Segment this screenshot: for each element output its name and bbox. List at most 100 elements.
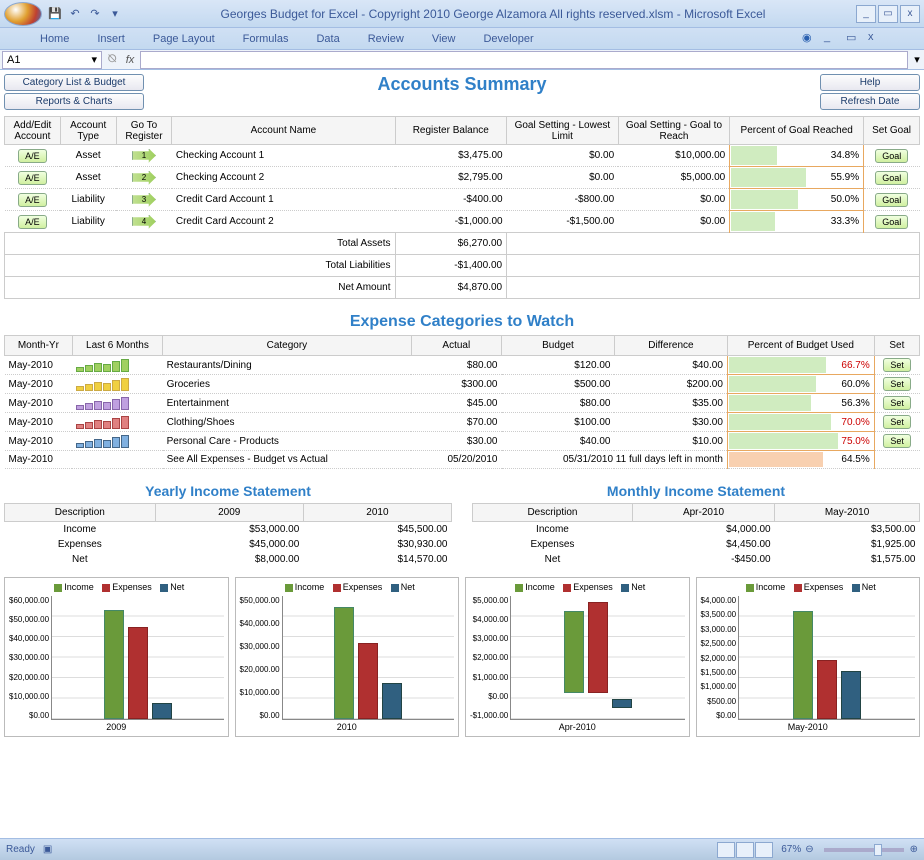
tab-insert[interactable]: Insert xyxy=(97,33,125,45)
close-button[interactable]: x xyxy=(900,5,920,23)
col-budget: Budget xyxy=(502,336,615,356)
help-icon[interactable]: ◉ xyxy=(802,31,818,47)
account-type: Asset xyxy=(60,145,116,167)
category-name: Entertainment xyxy=(163,394,412,413)
tab-page-layout[interactable]: Page Layout xyxy=(153,33,215,45)
chevron-down-icon[interactable]: ▾ xyxy=(91,53,97,66)
tab-view[interactable]: View xyxy=(432,33,456,45)
page-break-view-button[interactable] xyxy=(755,842,773,858)
goal-button[interactable]: Goal xyxy=(875,171,908,185)
tab-formulas[interactable]: Formulas xyxy=(243,33,289,45)
refresh-date-button[interactable]: Refresh Date xyxy=(820,93,920,110)
actual-value: $80.00 xyxy=(411,356,501,375)
add-edit-button[interactable]: A/E xyxy=(18,149,47,163)
maximize-button[interactable]: ▭ xyxy=(878,5,898,23)
goal-button[interactable]: Goal xyxy=(875,215,908,229)
actual-value: $45.00 xyxy=(411,394,501,413)
tab-data[interactable]: Data xyxy=(316,33,339,45)
qat-dropdown-icon[interactable]: ▾ xyxy=(106,5,124,23)
help-button[interactable]: Help xyxy=(820,74,920,91)
actual-value: $70.00 xyxy=(411,413,501,432)
goto-register-arrow-icon[interactable]: 2 xyxy=(132,171,156,185)
fx-icon[interactable]: fx xyxy=(120,54,140,66)
worksheet-area: Category List & Budget Reports & Charts … xyxy=(0,70,924,838)
total-value: $4,870.00 xyxy=(395,277,507,299)
add-edit-button[interactable]: A/E xyxy=(18,171,47,185)
chart-xaxis: May-2010 xyxy=(701,722,916,732)
total-label: Net Amount xyxy=(5,277,396,299)
zoom-slider[interactable] xyxy=(824,848,904,852)
goal-reach: $0.00 xyxy=(618,189,730,211)
set-button[interactable]: Set xyxy=(883,358,911,372)
tab-home[interactable]: Home xyxy=(40,33,69,45)
category-name: Restaurants/Dining xyxy=(163,356,412,375)
chart-yaxis: $5,000.00$4,000.00$3,000.00$2,000.00$1,0… xyxy=(470,596,510,720)
budget-value: $40.00 xyxy=(502,432,615,451)
chart-xaxis: 2010 xyxy=(240,722,455,732)
add-edit-button[interactable]: A/E xyxy=(18,193,47,207)
office-button[interactable] xyxy=(4,2,42,26)
zoom-out-icon[interactable]: ⊖ xyxy=(805,844,813,855)
zoom-in-icon[interactable]: ⊕ xyxy=(910,844,918,855)
set-button[interactable]: Set xyxy=(883,415,911,429)
goto-register-arrow-icon[interactable]: 1 xyxy=(132,149,156,163)
col-category: Category xyxy=(163,336,412,356)
name-box-value: A1 xyxy=(7,54,20,66)
account-row: A/E Liability 3 Credit Card Account 1 -$… xyxy=(5,189,920,211)
col-pct: Percent of Goal Reached xyxy=(730,117,864,145)
ribbon-restore-icon[interactable]: ▭ xyxy=(846,31,862,47)
ribbon-close-icon[interactable]: x xyxy=(868,31,884,47)
col-setgoal: Set Goal xyxy=(864,117,920,145)
reports-charts-button[interactable]: Reports & Charts xyxy=(4,93,144,110)
cancel-formula-icon[interactable]: ⦰ xyxy=(104,53,120,66)
chart-yaxis: $60,000.00$50,000.00$40,000.00$30,000.00… xyxy=(9,596,51,720)
zoom-level[interactable]: 67% xyxy=(781,844,801,855)
redo-icon[interactable]: ↷ xyxy=(86,5,104,23)
page-layout-view-button[interactable] xyxy=(736,842,754,858)
col-add-edit: Add/Edit Account xyxy=(5,117,61,145)
undo-icon[interactable]: ↶ xyxy=(66,5,84,23)
col-name: Account Name xyxy=(172,117,395,145)
goal-reach: $0.00 xyxy=(618,211,730,233)
set-button[interactable]: Set xyxy=(883,377,911,391)
total-value: $6,270.00 xyxy=(395,233,507,255)
see-all-link[interactable]: See All Expenses - Budget vs Actual xyxy=(163,451,412,469)
difference-value: $35.00 xyxy=(614,394,727,413)
col-balance: Register Balance xyxy=(395,117,507,145)
account-type: Liability xyxy=(60,189,116,211)
formula-bar: A1 ▾ ⦰ fx ▾ xyxy=(0,50,924,70)
set-button[interactable]: Set xyxy=(883,434,911,448)
tab-developer[interactable]: Developer xyxy=(483,33,533,45)
minimize-button[interactable]: _ xyxy=(856,5,876,23)
expand-formula-icon[interactable]: ▾ xyxy=(910,53,924,66)
category-list-button[interactable]: Category List & Budget xyxy=(4,74,144,91)
macro-record-icon[interactable]: ▣ xyxy=(43,844,52,855)
goal-button[interactable]: Goal xyxy=(875,149,908,163)
goal-button[interactable]: Goal xyxy=(875,193,908,207)
account-name: Credit Card Account 2 xyxy=(172,211,395,233)
expense-table: Month-Yr Last 6 Months Category Actual B… xyxy=(4,335,920,469)
total-label: Total Liabilities xyxy=(5,255,396,277)
chart-legend: Income Expenses Net xyxy=(9,582,224,592)
name-box[interactable]: A1 ▾ xyxy=(2,51,102,69)
tab-review[interactable]: Review xyxy=(368,33,404,45)
goal-reach: $5,000.00 xyxy=(618,167,730,189)
chart-yaxis: $50,000.00$40,000.00$30,000.00$20,000.00… xyxy=(240,596,282,720)
percent-goal-cell: 50.0% xyxy=(730,189,864,211)
account-row: A/E Asset 1 Checking Account 1 $3,475.00… xyxy=(5,145,920,167)
add-edit-button[interactable]: A/E xyxy=(18,215,47,229)
month-yr: May-2010 xyxy=(5,413,73,432)
col-set: Set xyxy=(874,336,919,356)
goto-register-arrow-icon[interactable]: 4 xyxy=(132,215,156,229)
total-value: -$1,400.00 xyxy=(395,255,507,277)
expense-categories-title: Expense Categories to Watch xyxy=(4,313,920,331)
formula-input[interactable] xyxy=(140,51,908,69)
monthly-income-title: Monthly Income Statement xyxy=(472,483,920,499)
set-button[interactable]: Set xyxy=(883,396,911,410)
normal-view-button[interactable] xyxy=(717,842,735,858)
account-type: Asset xyxy=(60,167,116,189)
save-icon[interactable]: 💾 xyxy=(46,5,64,23)
chart-plot xyxy=(738,596,915,720)
goto-register-arrow-icon[interactable]: 3 xyxy=(132,193,156,207)
ribbon-minimize-icon[interactable]: _ xyxy=(824,31,840,47)
